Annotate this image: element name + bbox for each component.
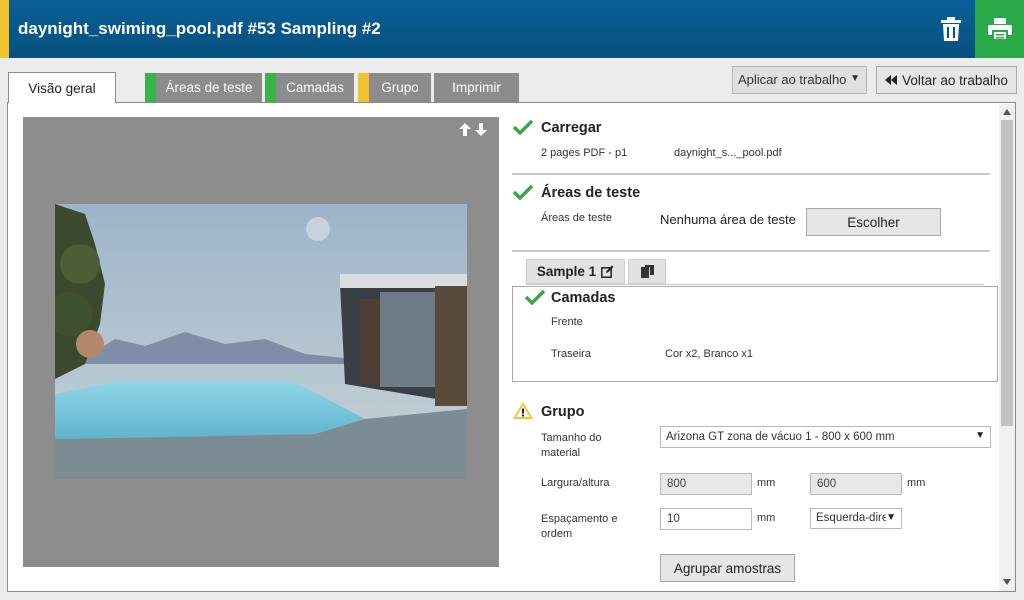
tab-group-label: Grupo [381, 80, 419, 95]
spacing-order-label: Espaçamento e ordem [541, 513, 618, 540]
tab-test-areas-label: Áreas de teste [165, 80, 253, 95]
material-size-label: Tamanho do material [541, 432, 602, 459]
edit-icon[interactable] [601, 265, 614, 278]
tab-sample-1[interactable]: Sample 1 [526, 259, 625, 284]
caret-down-icon: ▼ [886, 512, 896, 523]
test-areas-label: Áreas de teste [541, 212, 612, 224]
print-button[interactable] [975, 0, 1024, 58]
order-value: Esquerda-direita [816, 512, 886, 524]
sample-tab-label: Sample 1 [536, 264, 597, 279]
back-label: Traseira [551, 348, 591, 360]
page-title: daynight_swiming_pool.pdf #53 Sampling #… [18, 19, 381, 38]
divider [512, 250, 990, 252]
arrow-up-icon[interactable] [459, 123, 471, 136]
width-input[interactable]: 800 [660, 473, 752, 495]
test-areas-value: Nenhuma área de teste [660, 212, 796, 227]
spacing-input[interactable]: 10 [660, 508, 752, 530]
check-icon [513, 184, 533, 200]
apply-to-job-dropdown[interactable]: Aplicar ao trabalho ▼ [732, 66, 867, 94]
unit-label: mm [757, 512, 776, 524]
status-indicator [358, 73, 369, 102]
tab-overview[interactable]: Visão geral [8, 72, 116, 103]
width-height-label: Largura/altura [541, 477, 610, 489]
printer-icon [987, 18, 1012, 40]
tab-group[interactable]: Grupo [358, 73, 431, 102]
scroll-down-icon[interactable] [1003, 579, 1011, 585]
caret-down-icon: ▼ [850, 73, 860, 84]
tab-print[interactable]: Imprimir [434, 73, 519, 102]
layers-title: Camadas [551, 290, 616, 306]
choose-button[interactable]: Escolher [806, 208, 941, 236]
height-input[interactable]: 600 [810, 473, 902, 495]
sample-tabs-line [526, 284, 984, 285]
divider [512, 173, 990, 175]
check-icon [525, 289, 545, 305]
back-value: Cor x2, Branco x1 [665, 348, 754, 360]
order-select[interactable]: Esquerda-direita ▼ [810, 508, 902, 529]
material-size-value: Arizona GT zona de vácuo 1 - 800 x 600 m… [666, 431, 895, 443]
tab-layers-label: Camadas [286, 80, 344, 95]
tab-print-label: Imprimir [452, 80, 501, 95]
tab-test-areas[interactable]: Áreas de teste [145, 73, 262, 102]
tab-layers[interactable]: Camadas [265, 73, 354, 102]
unit-label: mm [757, 477, 776, 489]
load-pages: 2 pages PDF - p1 [541, 147, 628, 159]
load-title: Carregar [541, 120, 602, 136]
scrollbar-thumb[interactable] [1001, 120, 1013, 426]
trash-icon [941, 17, 961, 41]
status-indicator [265, 73, 276, 102]
group-samples-label: Agrupar amostras [673, 560, 782, 576]
preview-controls [459, 123, 487, 136]
caret-down-icon: ▼ [975, 430, 985, 441]
delete-button[interactable] [928, 0, 974, 58]
unit-label: mm [907, 477, 926, 489]
back-to-job-button[interactable]: Voltar ao trabalho [876, 66, 1017, 94]
status-indicator [145, 73, 156, 102]
copy-sample-button[interactable] [628, 259, 666, 284]
check-icon [513, 119, 533, 135]
header-accent [0, 0, 9, 58]
arrow-down-icon[interactable] [475, 123, 487, 136]
front-label: Frente [551, 316, 583, 328]
app-header: daynight_swiming_pool.pdf #53 Sampling #… [0, 0, 1024, 58]
load-file: daynight_s..._pool.pdf [674, 147, 782, 159]
material-size-select[interactable]: Arizona GT zona de vácuo 1 - 800 x 600 m… [660, 426, 991, 448]
choose-button-label: Escolher [847, 214, 900, 230]
tab-overview-label: Visão geral [28, 80, 96, 96]
group-title: Grupo [541, 404, 585, 420]
double-chevron-left-icon [885, 75, 898, 85]
test-areas-title: Áreas de teste [541, 185, 641, 201]
preview-image [55, 204, 467, 479]
apply-to-job-label: Aplicar ao trabalho [738, 72, 847, 87]
group-samples-button[interactable]: Agrupar amostras [660, 554, 795, 582]
warning-icon [513, 402, 533, 419]
copy-icon [640, 265, 654, 278]
back-to-job-label: Voltar ao trabalho [902, 72, 1008, 88]
scroll-up-icon[interactable] [1003, 109, 1011, 115]
